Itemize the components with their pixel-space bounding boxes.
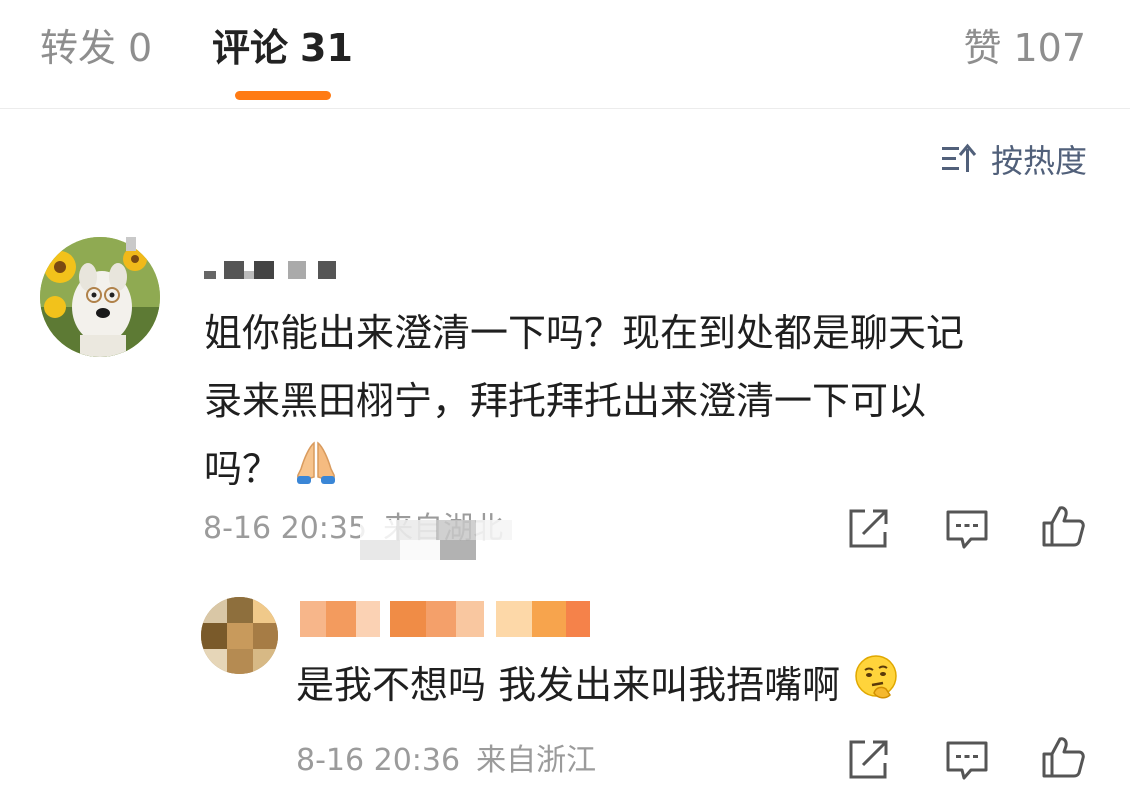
- reply-meta: 8-16 20:36 来自浙江: [296, 741, 596, 781]
- sort-button[interactable]: 按热度: [941, 136, 1087, 182]
- reply-comment-button[interactable]: [944, 737, 990, 783]
- reply-like-button[interactable]: [1040, 734, 1086, 780]
- avatar-image: [40, 237, 160, 357]
- share-button[interactable]: [845, 506, 891, 552]
- tab-likes[interactable]: 赞 107: [963, 22, 1086, 74]
- comment-text: 姐你能出来澄清一下吗？现在到处都是聊天记 录来黑田栩宁，拜托拜托出来澄清一下可以…: [204, 299, 1084, 506]
- tab-repost[interactable]: 转发 0: [40, 22, 152, 74]
- username-redacted-extra: [126, 233, 136, 251]
- tab-bar: 转发 0 评论 31 赞 107: [0, 0, 1130, 109]
- tab-comments-label: 评论: [212, 26, 289, 70]
- tab-repost-count: 0: [128, 26, 153, 70]
- avatar[interactable]: [40, 237, 160, 357]
- reply-avatar-image: [201, 597, 278, 674]
- thinking-face-emoji: [852, 653, 900, 722]
- active-tab-indicator: [235, 91, 331, 100]
- share-icon: [849, 509, 888, 548]
- folded-hands-emoji: [292, 437, 340, 506]
- reply-text: 是我不想吗 我发出来叫我捂嘴啊: [296, 651, 900, 722]
- reply-username-redacted[interactable]: [300, 601, 590, 637]
- sort-label: 按热度: [990, 142, 1087, 180]
- reply-time: 8-16 20:36: [296, 743, 461, 778]
- reply-share-button[interactable]: [845, 737, 891, 783]
- reply-location: 来自浙江: [476, 743, 597, 778]
- tab-likes-count: 107: [1013, 26, 1086, 70]
- reply-text-content: 是我不想吗 我发出来叫我捂嘴啊: [296, 663, 841, 707]
- tab-comments-count: 31: [300, 26, 353, 70]
- comment-button[interactable]: [944, 506, 990, 552]
- tab-likes-label: 赞: [963, 26, 1002, 70]
- tab-comments[interactable]: 评论 31: [212, 22, 353, 74]
- reply-avatar[interactable]: [201, 597, 278, 674]
- like-icon: [1042, 737, 1085, 778]
- comment-icon: [946, 741, 988, 780]
- location-redaction: [360, 520, 550, 560]
- comment-icon: [946, 510, 988, 549]
- comment-line: 录来黑田栩宁，拜托拜托出来澄清一下可以: [204, 379, 927, 423]
- comment-time: 8-16 20:35: [203, 511, 368, 546]
- comment-line: 吗？: [204, 447, 281, 491]
- username-redacted[interactable]: [204, 257, 336, 279]
- like-button[interactable]: [1040, 503, 1086, 549]
- comment-line: 姐你能出来澄清一下吗？现在到处都是聊天记: [204, 311, 965, 355]
- sort-icon: [941, 143, 977, 172]
- tab-repost-label: 转发: [40, 26, 117, 70]
- share-icon: [849, 740, 888, 779]
- like-icon: [1042, 506, 1085, 547]
